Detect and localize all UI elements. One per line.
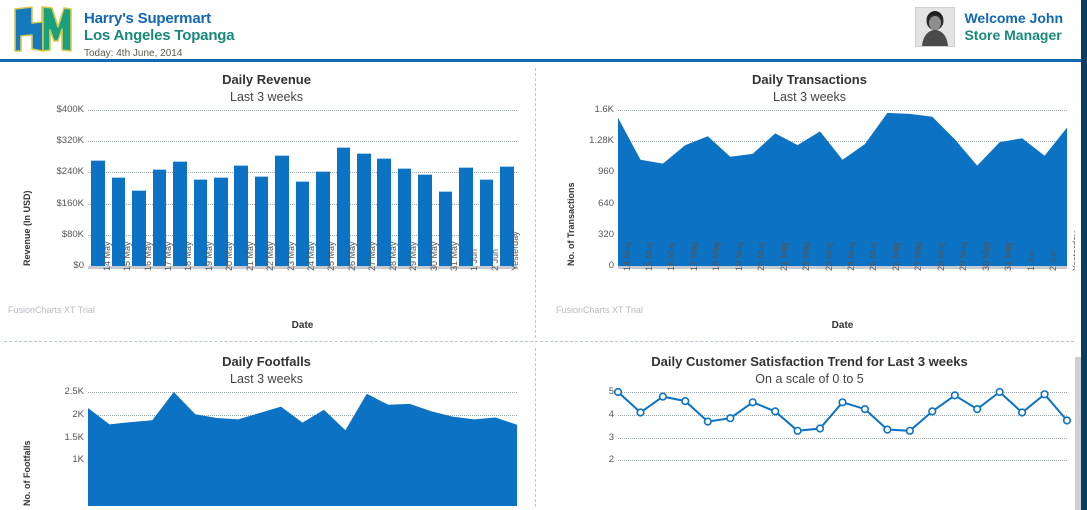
x-axis-tick: 2 Jun: [1048, 249, 1058, 271]
welcome-label: Welcome John: [964, 10, 1063, 27]
grid-divider-horizontal: [4, 341, 1074, 342]
dashboard-app: Harry's Supermart Los Angeles Topanga To…: [0, 0, 1087, 510]
x-axis-tick: 25 May: [868, 241, 878, 271]
x-axis-tick: 27 May: [913, 241, 923, 271]
x-axis-tick: 21 May: [779, 241, 789, 271]
x-axis-tick: 14 May: [622, 241, 632, 271]
chart-subtitle-customer-satisfaction: On a scale of 0 to 5: [538, 369, 1081, 386]
x-axis-tick: 19 May: [204, 241, 214, 271]
user-text: Welcome John Store Manager: [964, 10, 1063, 44]
x-axis-tick: 14 May: [102, 241, 112, 271]
plot-daily-footfalls[interactable]: 1K1.5K2K2.5KNo. of Footfalls: [0, 386, 533, 506]
watermark-daily-transactions: FusionCharts XT Trial: [556, 305, 643, 315]
panel-daily-footfalls: Daily Footfalls Last 3 weeks 1K1.5K2K2.5…: [0, 344, 533, 507]
hm-monogram-logo: [12, 5, 74, 55]
plot-daily-revenue[interactable]: $0 $80K $160K $240K $320K $400K Revenue (In US…: [0, 104, 533, 339]
x-axis-title: Date: [88, 320, 517, 331]
x-axis-tick: 20 May: [224, 241, 234, 271]
x-axis-tick: 25 May: [326, 241, 336, 271]
today-date-label: Today: 4th June, 2014: [84, 48, 234, 59]
gridline: [88, 141, 517, 142]
scrollbar-thumb[interactable]: [1075, 357, 1081, 510]
chart-title-daily-revenue: Daily Revenue: [0, 62, 533, 87]
line-series[interactable]: [538, 386, 1081, 506]
x-axis-tick: 22 May: [265, 241, 275, 271]
x-axis-tick: 30 May: [429, 241, 439, 271]
x-axis-tick: 31 May: [1003, 241, 1013, 271]
x-axis-tick: 23 May: [286, 241, 296, 271]
store-location: Los Angeles Topanga: [84, 27, 234, 44]
x-axis-tick: 28 May: [388, 241, 398, 271]
x-axis-tick: 1 Jun: [1026, 249, 1036, 271]
y-axis-tick: $0: [42, 260, 84, 271]
x-axis-tick: Yesterday: [510, 231, 520, 271]
brand-block: Harry's Supermart Los Angeles Topanga To…: [12, 5, 234, 59]
grid-divider-vertical-top: [535, 68, 536, 338]
grid-divider-vertical-bottom: [535, 348, 536, 507]
x-axis-tick: 27 May: [367, 241, 377, 271]
area-series[interactable]: [0, 386, 533, 506]
x-axis-tick: 26 May: [347, 241, 357, 271]
chart-subtitle-daily-transactions: Last 3 weeks: [538, 87, 1081, 104]
dashboard-grid: Daily Revenue Last 3 weeks $0 $80K $160K $2…: [0, 62, 1081, 507]
x-axis-tick: 17 May: [163, 241, 173, 271]
x-axis-tick: 23 May: [824, 241, 834, 271]
y-axis-tick: $240K: [42, 166, 84, 177]
chart-title-daily-footfalls: Daily Footfalls: [0, 344, 533, 369]
page-header: Harry's Supermart Los Angeles Topanga To…: [0, 0, 1081, 62]
x-axis-tick: 2 Jun: [490, 249, 500, 271]
x-axis-tick: 17 May: [689, 241, 699, 271]
x-axis-tick: 20 May: [756, 241, 766, 271]
x-axis-tick: 1 Jun: [469, 249, 479, 271]
x-axis-tick: 19 May: [734, 241, 744, 271]
brand-text: Harry's Supermart Los Angeles Topanga To…: [84, 5, 234, 59]
x-axis-tick: 29 May: [408, 241, 418, 271]
x-axis-tick: 18 May: [183, 241, 193, 271]
x-axis-tick: 24 May: [846, 241, 856, 271]
x-axis-tick: 26 May: [891, 241, 901, 271]
panel-daily-transactions: Daily Transactions Last 3 weeks 03206409…: [538, 62, 1081, 339]
x-axis-tick: 16 May: [666, 241, 676, 271]
user-block[interactable]: Welcome John Store Manager: [915, 7, 1063, 47]
y-axis-tick: $80K: [42, 229, 84, 240]
user-avatar-photo: [915, 7, 955, 47]
x-axis-tick: 31 May: [449, 241, 459, 271]
panel-customer-satisfaction: Daily Customer Satisfaction Trend for La…: [538, 344, 1081, 507]
chart-subtitle-daily-revenue: Last 3 weeks: [0, 87, 533, 104]
plot-customer-satisfaction[interactable]: 2345Customer Satisfaction Index: [538, 386, 1081, 506]
y-axis-tick: $400K: [42, 104, 84, 115]
x-axis-tick: 29 May: [958, 241, 968, 271]
y-axis-title: Revenue (In USD): [22, 190, 32, 266]
x-axis-tick: 15 May: [122, 241, 132, 271]
chart-subtitle-daily-footfalls: Last 3 weeks: [0, 369, 533, 386]
x-axis-tick: 21 May: [245, 241, 255, 271]
x-axis-title: Date: [618, 320, 1067, 331]
x-axis-tick: 22 May: [801, 241, 811, 271]
panel-daily-revenue: Daily Revenue Last 3 weeks $0 $80K $160K $2…: [0, 62, 533, 339]
chart-title-daily-transactions: Daily Transactions: [538, 62, 1081, 87]
chart-title-customer-satisfaction: Daily Customer Satisfaction Trend for La…: [538, 344, 1081, 369]
axis-baseline: [618, 266, 1067, 269]
x-axis-tick: 24 May: [306, 241, 316, 271]
user-role-label: Store Manager: [964, 27, 1063, 44]
store-name: Harry's Supermart: [84, 10, 234, 27]
x-axis-tick: 30 May: [981, 241, 991, 271]
watermark-daily-revenue: FusionCharts XT Trial: [8, 305, 95, 315]
x-axis-tick: 16 May: [143, 241, 153, 271]
x-axis-tick: 18 May: [711, 241, 721, 271]
plot-daily-transactions[interactable]: 03206409601.28K1.6KNo. of Transactions 1…: [538, 104, 1081, 339]
area-series[interactable]: [538, 104, 1081, 339]
gridline: [88, 110, 517, 111]
vertical-scrollbar[interactable]: [1075, 62, 1081, 510]
x-axis-tick: 15 May: [644, 241, 654, 271]
y-axis-tick: $320K: [42, 135, 84, 146]
x-axis-tick: 28 May: [936, 241, 946, 271]
y-axis-tick: $160K: [42, 198, 84, 209]
